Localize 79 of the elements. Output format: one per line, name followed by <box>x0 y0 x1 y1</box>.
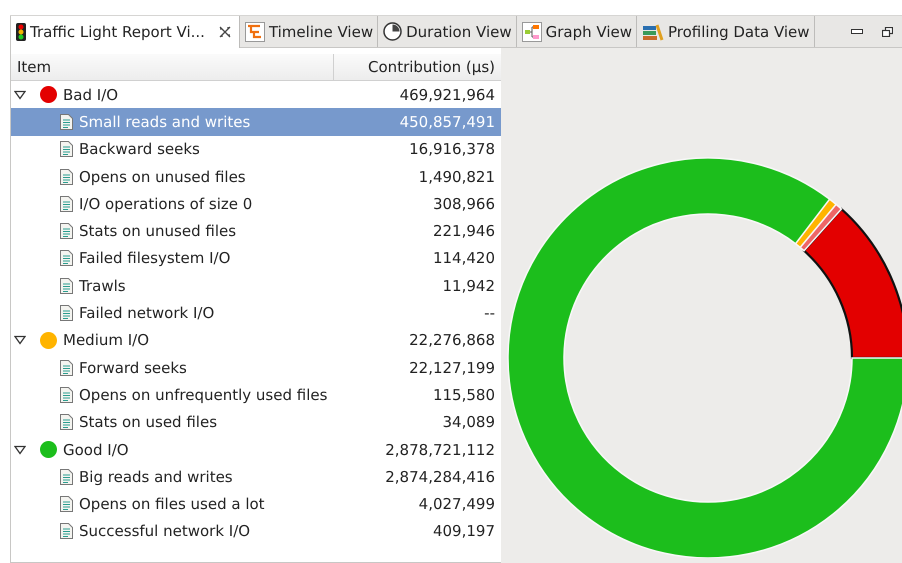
document-icon <box>60 386 73 403</box>
tree-row[interactable]: Bad I/O 469,921,964 <box>11 81 501 108</box>
item-label: Opens on files used a lot <box>79 495 265 514</box>
view-tab[interactable]: Traffic Light Report Vi... <box>10 16 240 48</box>
contribution-value: 409,197 <box>432 522 496 540</box>
minimize-icon[interactable] <box>851 29 863 34</box>
item-label: Backward seeks <box>79 140 200 158</box>
tree-row[interactable]: Trawls 11,942 <box>11 272 501 300</box>
tree-row[interactable]: Stats on used files 34,089 <box>11 408 501 436</box>
timeline-icon <box>244 22 265 42</box>
contribution-value: 2,874,284,416 <box>384 468 496 486</box>
item-label: Forward seeks <box>79 358 187 377</box>
clock-icon <box>383 22 402 41</box>
item-label: Trawls <box>79 276 126 295</box>
expand-arrow-icon[interactable] <box>14 90 26 100</box>
item-label: Stats on unused files <box>79 222 236 240</box>
contribution-value: -- <box>483 304 496 322</box>
item-label: Big reads and writes <box>79 468 233 486</box>
document-icon <box>60 223 73 240</box>
contribution-value: 308,966 <box>432 194 496 213</box>
document-icon <box>60 305 73 322</box>
close-icon[interactable] <box>218 26 231 38</box>
tree-row[interactable]: Stats on unused files 221,946 <box>11 217 501 245</box>
item-label: Successful network I/O <box>79 522 250 540</box>
tree-row[interactable]: Backward seeks 16,916,378 <box>11 136 501 163</box>
tree-row[interactable]: Failed filesystem I/O 114,420 <box>11 244 501 272</box>
contribution-value: 469,921,964 <box>398 86 496 104</box>
tree-row[interactable]: Medium I/O 22,276,868 <box>11 326 501 354</box>
item-label: Small reads and writes <box>79 112 250 131</box>
graph-icon <box>522 22 542 42</box>
document-icon <box>60 278 73 294</box>
contribution-value: 4,027,499 <box>418 495 496 514</box>
document-icon <box>60 496 73 512</box>
view-tab[interactable]: Graph View <box>516 16 637 47</box>
item-label: Failed filesystem I/O <box>79 249 230 268</box>
tree-row[interactable]: Good I/O 2,878,721,112 <box>11 436 501 464</box>
expand-arrow-icon[interactable] <box>14 335 26 346</box>
contribution-value: 22,276,868 <box>408 331 496 350</box>
contribution-value: 11,942 <box>442 276 496 295</box>
document-icon <box>60 141 73 158</box>
document-icon <box>60 414 73 430</box>
document-icon <box>60 523 73 540</box>
tree-row[interactable]: Big reads and writes 2,874,284,416 <box>11 463 501 490</box>
document-icon <box>60 196 73 212</box>
contribution-value: 2,878,721,112 <box>384 440 496 458</box>
item-label: Opens on unused files <box>79 168 246 186</box>
tree-row[interactable]: Failed network I/O -- <box>11 299 501 327</box>
contribution-value: 450,857,491 <box>398 112 496 131</box>
contribution-value: 1,490,821 <box>418 168 496 186</box>
expand-arrow-icon[interactable] <box>14 444 26 454</box>
item-label: Opens on unfrequently used files <box>79 386 328 404</box>
group-label: Good I/O <box>63 440 129 458</box>
contribution-value: 22,127,199 <box>408 358 496 377</box>
column-header[interactable]: Contribution (µs) <box>334 54 501 80</box>
books-icon <box>642 22 664 40</box>
item-label: Stats on used files <box>79 413 218 432</box>
item-label: I/O operations of size 0 <box>79 194 252 213</box>
tree-row[interactable]: Opens on unused files 1,490,821 <box>11 162 501 190</box>
tree-row[interactable]: I/O operations of size 0 308,966 <box>11 190 501 218</box>
tree-row[interactable]: Successful network I/O 409,197 <box>11 518 501 546</box>
document-icon <box>60 250 73 266</box>
document-icon <box>60 114 73 130</box>
contribution-value: 34,089 <box>442 413 496 432</box>
tree-row[interactable]: Forward seeks 22,127,199 <box>11 354 501 382</box>
contribution-value: 16,916,378 <box>408 140 496 158</box>
traffic-light-icon <box>16 23 26 41</box>
tree-row[interactable]: Opens on unfrequently used files 115,580 <box>11 381 501 409</box>
item-label: Failed network I/O <box>79 304 214 322</box>
tree-row[interactable]: Opens on files used a lot 4,027,499 <box>11 490 501 518</box>
contribution-value: 115,580 <box>432 386 496 404</box>
contribution-value: 114,420 <box>432 249 496 268</box>
restore-icon[interactable] <box>882 26 892 36</box>
document-icon <box>60 168 73 185</box>
document-icon <box>60 360 73 376</box>
group-label: Medium I/O <box>63 331 150 350</box>
document-icon <box>60 468 73 485</box>
column-header[interactable]: Item <box>11 54 334 80</box>
contribution-value: 221,946 <box>432 222 496 240</box>
group-label: Bad I/O <box>63 86 118 104</box>
